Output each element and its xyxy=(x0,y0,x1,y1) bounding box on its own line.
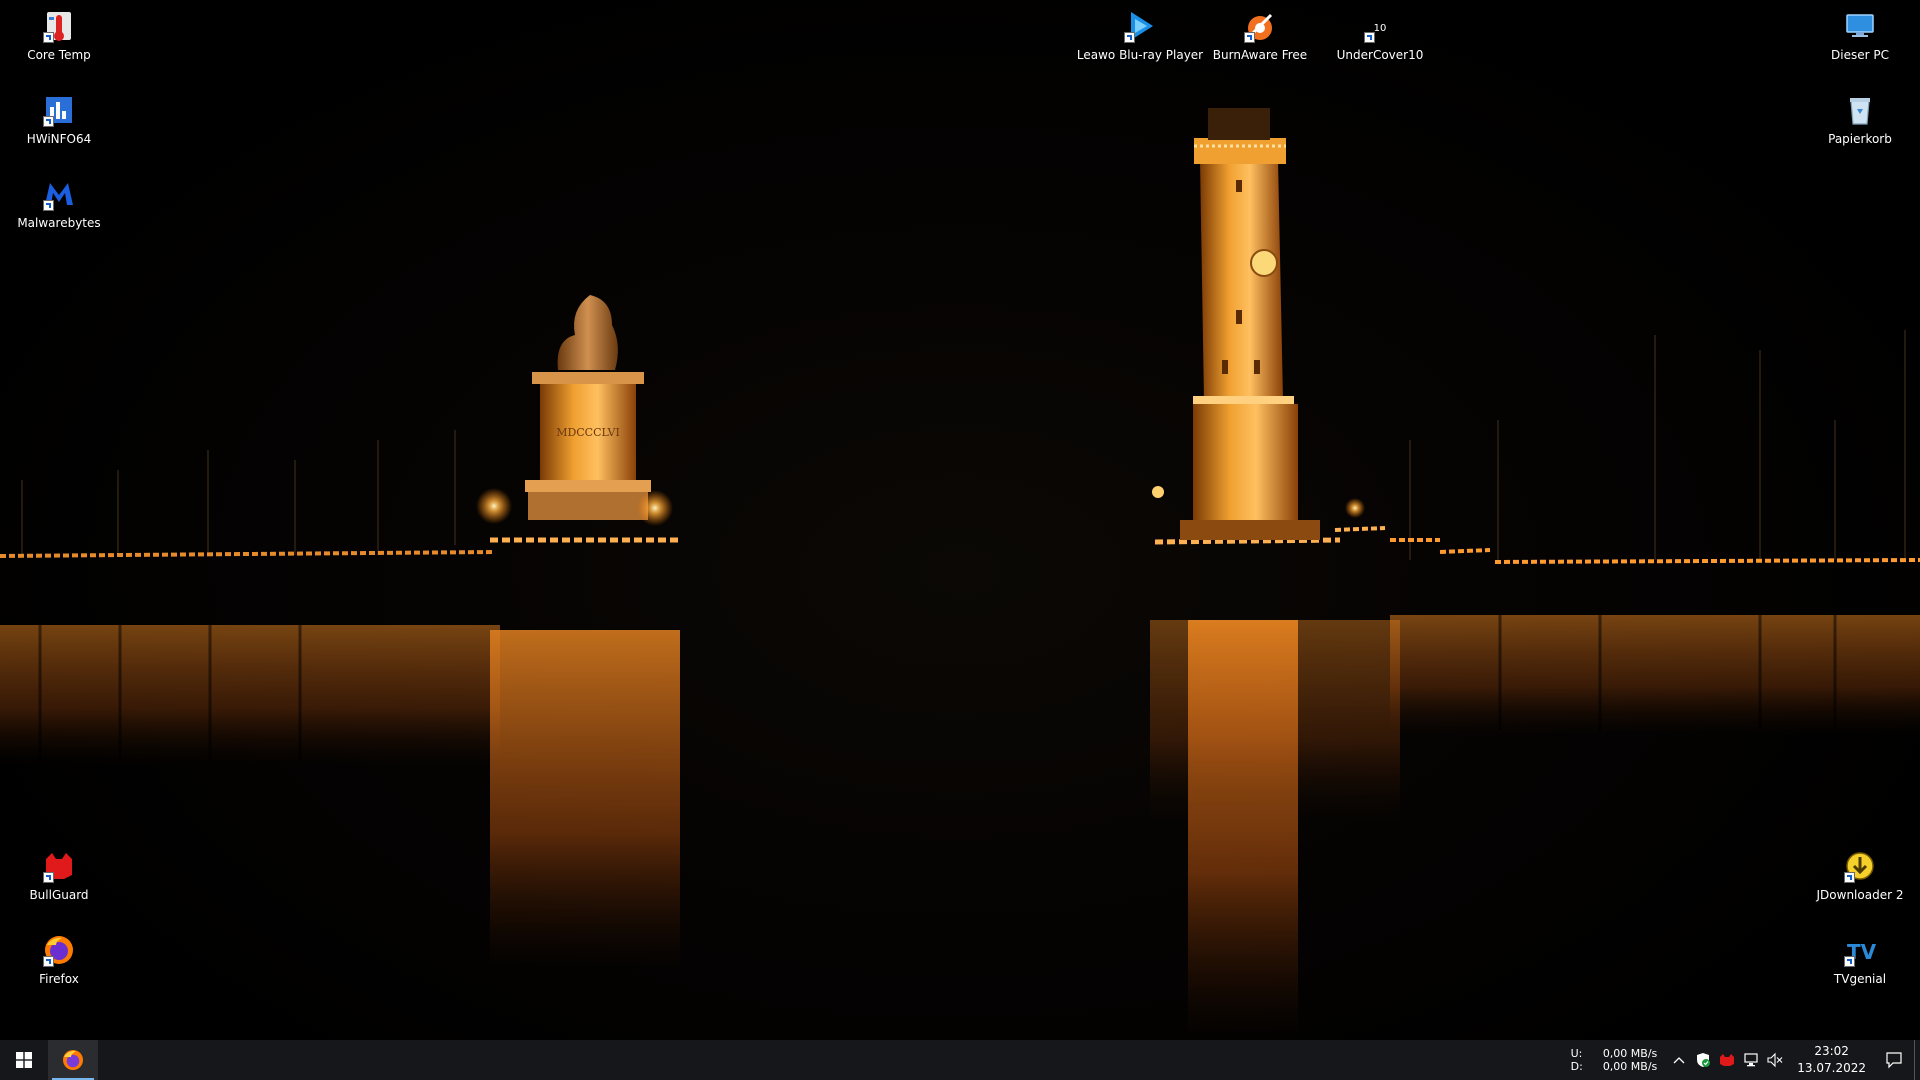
this-pc-icon xyxy=(1842,8,1878,44)
desktop-icon-label: JDownloader 2 xyxy=(1816,888,1904,902)
core-temp-icon xyxy=(41,8,77,44)
desktop-icon-jdownloader[interactable]: JDownloader 2 xyxy=(1812,842,1908,916)
shortcut-arrow-icon xyxy=(43,956,54,967)
show-desktop-button[interactable] xyxy=(1914,1040,1920,1080)
desktop-icon-burnaware[interactable]: BurnAware Free xyxy=(1212,2,1308,76)
desktop-icon-label: HWiNFO64 xyxy=(26,132,92,146)
firefox-icon xyxy=(41,932,77,968)
firefox-icon xyxy=(63,1050,83,1070)
shortcut-arrow-icon xyxy=(43,200,54,211)
malwarebytes-icon xyxy=(41,176,77,212)
bullguard-icon xyxy=(41,848,77,884)
lion-monument: MDCCCLVI xyxy=(476,295,673,526)
show-hidden-icons-button[interactable] xyxy=(1667,1040,1691,1080)
desktop-icon-firefox[interactable]: Firefox xyxy=(11,926,107,1000)
shortcut-arrow-icon xyxy=(43,872,54,883)
jdownloader-icon xyxy=(1842,848,1878,884)
download-speed: 0,00 MB/s xyxy=(1602,1060,1658,1073)
desktop-icon-leawo-bluray[interactable]: Leawo Blu-ray Player xyxy=(1077,2,1203,76)
desktop-icon-label: Leawo Blu-ray Player xyxy=(1076,48,1204,62)
desktop-icon-label: BullGuard xyxy=(29,888,89,902)
desktop-icon-recycle-bin[interactable]: Papierkorb xyxy=(1812,86,1908,160)
desktop-icon-label: Firefox xyxy=(39,972,79,986)
desktop-icon-label: Dieser PC xyxy=(1831,48,1889,62)
shortcut-arrow-icon xyxy=(1244,32,1255,43)
tray-volume-button[interactable] xyxy=(1763,1040,1787,1080)
system-tray: U: D: 0,00 MB/s 0,00 MB/s 23:02 13.07.20… xyxy=(1571,1040,1920,1080)
svg-text:MDCCCLVI: MDCCCLVI xyxy=(556,426,620,439)
desktop-icon-label: TVgenial xyxy=(1833,972,1887,986)
desktop-icon-label: BurnAware Free xyxy=(1212,48,1308,62)
desktop-icon-tvgenial[interactable]: TV TVgenial xyxy=(1812,926,1908,1000)
desktop-icon-undercover10[interactable]: 10 UnderCover10 xyxy=(1332,2,1428,76)
network-monitor-values[interactable]: 0,00 MB/s 0,00 MB/s xyxy=(1603,1047,1657,1073)
clock-date: 13.07.2022 xyxy=(1797,1061,1866,1075)
network-monitor-labels: U: D: xyxy=(1571,1047,1583,1073)
chevron-up-icon xyxy=(1673,1057,1685,1064)
upload-label: U: xyxy=(1570,1047,1583,1060)
security-shield-icon xyxy=(1697,1053,1711,1067)
taskbar-clock[interactable]: 23:02 13.07.2022 xyxy=(1797,1043,1866,1077)
shortcut-arrow-icon xyxy=(43,116,54,127)
tvgenial-icon: TV xyxy=(1842,932,1878,968)
taskbar-firefox-button[interactable] xyxy=(48,1040,98,1080)
recycle-bin-icon xyxy=(1842,92,1878,128)
clock-time: 23:02 xyxy=(1814,1044,1849,1058)
undercover-icon: 10 xyxy=(1362,8,1398,44)
desktop-icon-core-temp[interactable]: Core Temp xyxy=(11,2,107,76)
shortcut-arrow-icon xyxy=(1124,32,1135,43)
start-button[interactable] xyxy=(0,1040,48,1080)
tray-security-button[interactable] xyxy=(1691,1040,1715,1080)
desktop-icon-this-pc[interactable]: Dieser PC xyxy=(1812,2,1908,76)
action-center-button[interactable] xyxy=(1874,1040,1914,1080)
shortcut-arrow-icon xyxy=(43,32,54,43)
bullguard-tray-icon xyxy=(1720,1054,1735,1066)
network-icon xyxy=(1744,1053,1758,1067)
action-center-icon xyxy=(1886,1052,1902,1069)
windows-logo-icon xyxy=(16,1052,32,1068)
taskbar: U: D: 0,00 MB/s 0,00 MB/s 23:02 13.07.20… xyxy=(0,1040,1920,1080)
desktop-icon-malwarebytes[interactable]: Malwarebytes xyxy=(11,170,107,244)
wallpaper-lindau-harbor: MDCCCLVI xyxy=(0,108,1920,1040)
desktop-icon-label: Papierkorb xyxy=(1828,132,1892,146)
svg-text:10: 10 xyxy=(1374,23,1387,34)
download-label: D: xyxy=(1570,1060,1583,1073)
shortcut-arrow-icon xyxy=(1364,32,1375,43)
lighthouse xyxy=(1152,108,1365,540)
desktop-icon-label: Core Temp xyxy=(27,48,91,62)
tray-bullguard-button[interactable] xyxy=(1715,1040,1739,1080)
shortcut-arrow-icon xyxy=(1844,872,1855,883)
water-reflections xyxy=(0,615,1920,1040)
leawo-icon xyxy=(1122,8,1158,44)
desktop-icon-label: UnderCover10 xyxy=(1336,48,1424,62)
desktop-icon-hwinfo64[interactable]: HWiNFO64 xyxy=(11,86,107,160)
hwinfo-icon xyxy=(41,92,77,128)
tray-network-button[interactable] xyxy=(1739,1040,1763,1080)
desktop: MDCCCLVI Core Temp HWiNFO64 Malwarebytes… xyxy=(0,0,1920,1040)
upload-speed: 0,00 MB/s xyxy=(1602,1047,1658,1060)
desktop-icon-bullguard[interactable]: BullGuard xyxy=(11,842,107,916)
desktop-icon-label: Malwarebytes xyxy=(17,216,101,230)
burnaware-icon xyxy=(1242,8,1278,44)
shortcut-arrow-icon xyxy=(1844,956,1855,967)
volume-muted-icon xyxy=(1767,1052,1783,1068)
